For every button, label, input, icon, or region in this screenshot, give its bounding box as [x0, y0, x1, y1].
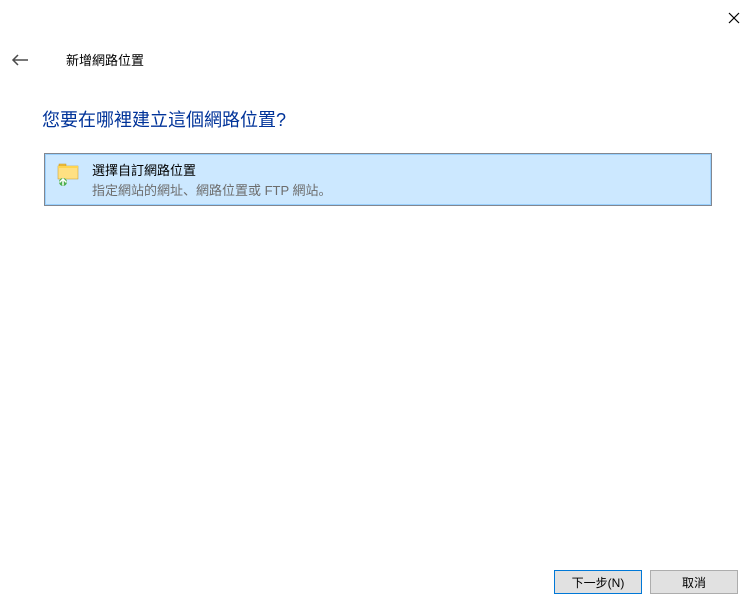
- arrow-left-icon: [11, 53, 29, 67]
- option-title: 選擇自訂網路位置: [92, 160, 332, 179]
- back-button[interactable]: [8, 48, 32, 72]
- next-button[interactable]: 下一步(N): [554, 570, 642, 594]
- close-icon: [728, 12, 740, 24]
- wizard-title: 新增網路位置: [66, 50, 144, 69]
- page-heading: 您要在哪裡建立這個網路位置?: [42, 106, 286, 132]
- close-button[interactable]: [724, 8, 744, 28]
- option-custom-network-location[interactable]: 選擇自訂網路位置 指定網站的網址、網路位置或 FTP 網站。: [45, 154, 711, 205]
- option-text: 選擇自訂網路位置 指定網站的網址、網路位置或 FTP 網站。: [92, 160, 332, 199]
- option-description: 指定網站的網址、網路位置或 FTP 網站。: [92, 180, 332, 199]
- option-list: 選擇自訂網路位置 指定網站的網址、網路位置或 FTP 網站。: [44, 153, 712, 206]
- cancel-button[interactable]: 取消: [650, 570, 738, 594]
- button-bar: 下一步(N) 取消: [554, 570, 738, 594]
- network-folder-icon: [54, 160, 82, 188]
